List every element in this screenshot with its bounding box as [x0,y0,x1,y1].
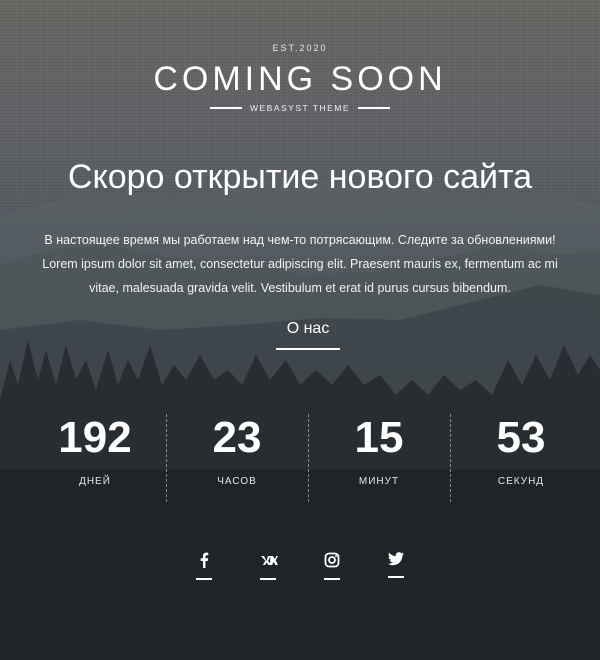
countdown-seconds: 53 СЕКУНД [450,412,592,502]
instagram-underline [324,578,340,580]
page-headline: Скоро открытие нового сайта [67,158,533,196]
countdown-label: МИНУТ [358,476,400,487]
logo-title[interactable]: COMING SOON [0,60,600,99]
instagram-link[interactable] [324,552,340,580]
countdown-timer: 192 ДНЕЙ 23 ЧАСОВ 15 МИНУТ 53 СЕКУНД [24,412,592,502]
page-description: В настоящее время мы работаем над чем-то… [42,233,558,295]
countdown-days: 192 ДНЕЙ [24,412,166,502]
countdown-minutes: 15 МИНУТ [308,412,450,502]
countdown-value: 23 [212,413,262,462]
countdown-value: 192 [58,413,132,462]
countdown-value: 53 [496,413,546,462]
twitter-icon [388,552,404,566]
logo-divider-left [209,107,242,109]
twitter-link[interactable] [388,552,404,580]
established-label: EST.2020 [272,43,328,53]
facebook-icon [200,552,209,568]
twitter-underline [388,576,404,578]
facebook-link[interactable] [196,552,212,580]
countdown-label: ЧАСОВ [217,476,257,487]
vk-link[interactable] [260,552,278,580]
vk-underline [260,578,276,580]
logo-subtitle-row: WEBASYST THEME [0,103,600,113]
coming-soon-page: EST.2020 COMING SOON WEBASYST THEME Скор… [0,0,600,660]
vk-icon [261,556,278,565]
countdown-label: ДНЕЙ [79,476,111,487]
countdown-value: 15 [354,413,404,462]
facebook-underline [196,578,212,580]
social-links [0,552,600,580]
countdown-label: СЕКУНД [497,476,545,487]
about-link[interactable]: О нас [276,320,340,350]
logo-divider-right [358,107,391,109]
instagram-icon [324,552,340,568]
countdown-hours: 23 ЧАСОВ [166,412,308,502]
logo-subtitle: WEBASYST THEME [249,103,351,113]
